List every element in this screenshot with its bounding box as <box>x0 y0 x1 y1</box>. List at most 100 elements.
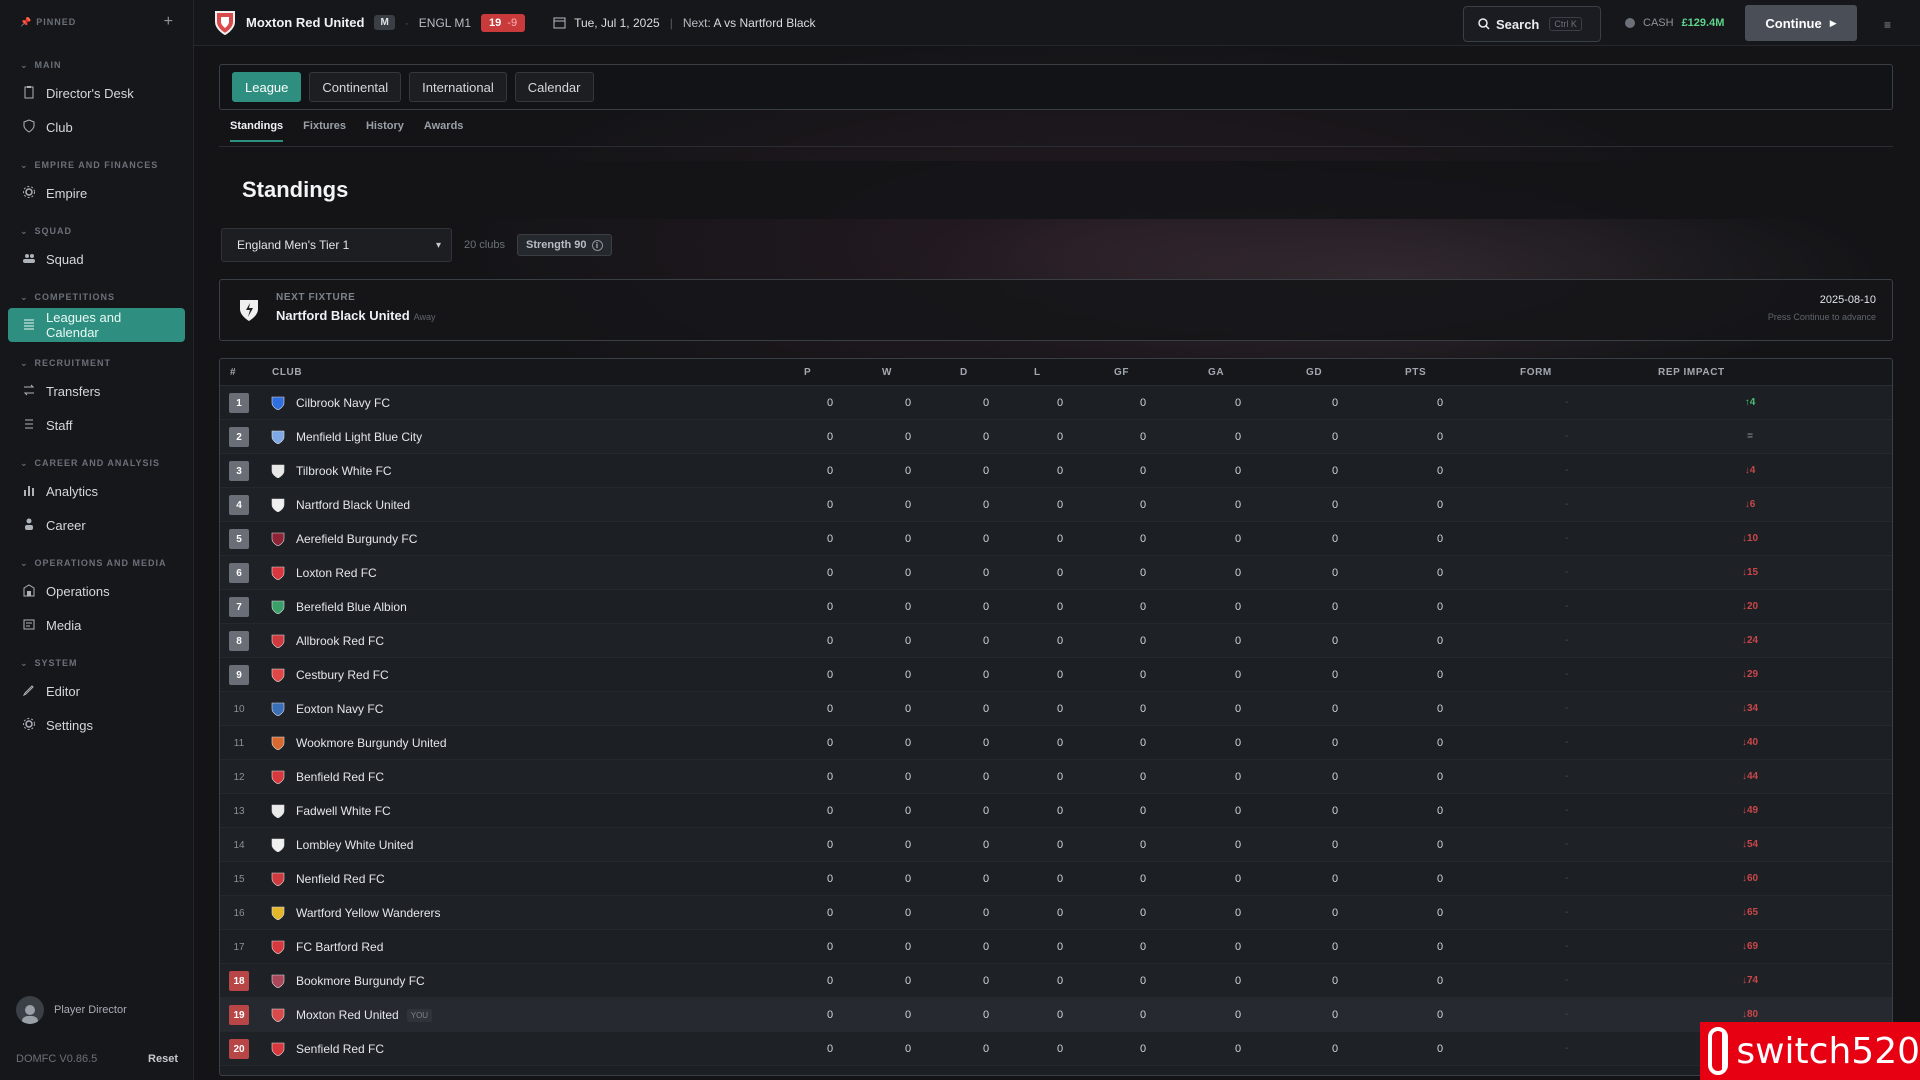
club-name[interactable]: Aerefield Burgundy FC <box>296 532 417 546</box>
media-icon <box>22 617 36 634</box>
table-row[interactable]: 19 Moxton Red United YOU 0 0 0 0 0 0 0 0 - ↓80 <box>220 998 1892 1032</box>
sidebar-section-header[interactable]: ⌄ EMPIRE AND FINANCES <box>0 154 193 176</box>
table-row[interactable]: 14 Lombley White United 0 0 0 0 0 0 0 0 - ↓54 <box>220 828 1892 862</box>
club-name[interactable]: Allbrook Red FC <box>296 634 384 648</box>
club-crest-icon[interactable] <box>214 10 236 36</box>
menu-icon[interactable]: ≡ <box>1884 18 1891 32</box>
subtab-standings[interactable]: Standings <box>230 120 284 142</box>
column-header-pts[interactable]: PTS <box>1405 367 1426 378</box>
club-name[interactable]: Menfield Light Blue City <box>296 430 422 444</box>
club-name[interactable]: Benfield Red FC <box>296 770 384 784</box>
club-name[interactable]: Senfield Red FC <box>296 1042 384 1056</box>
tab-continental[interactable]: Continental <box>309 72 402 102</box>
table-row[interactable]: 15 Nenfield Red FC 0 0 0 0 0 0 0 0 - ↓60 <box>220 862 1892 896</box>
club-name[interactable]: Moxton Red United YOU <box>296 1008 433 1022</box>
sidebar-item-transfers[interactable]: Transfers <box>8 374 185 408</box>
table-row[interactable]: 1 Cilbrook Navy FC 0 0 0 0 0 0 0 0 - ↑4 <box>220 386 1892 420</box>
sidebar-item-editor[interactable]: Editor <box>8 674 185 708</box>
table-row[interactable]: 5 Aerefield Burgundy FC 0 0 0 0 0 0 0 0 - ↓10 <box>220 522 1892 556</box>
gear-icon <box>22 185 36 202</box>
sidebar-item-staff[interactable]: Staff <box>8 408 185 442</box>
sidebar-section-header[interactable]: ⌄ SYSTEM <box>0 652 193 674</box>
club-name[interactable]: Cilbrook Navy FC <box>296 396 390 410</box>
club-name[interactable]: Eoxton Navy FC <box>296 702 383 716</box>
sidebar-item-squad[interactable]: Squad <box>8 242 185 276</box>
table-row[interactable]: 20Senfield Red FC00000000-↓85 <box>220 1032 1892 1066</box>
next-fixture-card[interactable]: NEXT FIXTURE Nartford Black United Away 2… <box>219 279 1893 341</box>
club-name[interactable]: Berefield Blue Albion <box>296 600 407 614</box>
club-name[interactable]: Wookmore Burgundy United <box>296 736 447 750</box>
reset-button[interactable]: Reset <box>148 1053 178 1065</box>
user-profile[interactable]: Player Director <box>16 990 178 1030</box>
table-row[interactable]: 10 Eoxton Navy FC 0 0 0 0 0 0 0 0 - ↓34 <box>220 692 1892 726</box>
club-name[interactable]: Wartford Yellow Wanderers <box>296 906 441 920</box>
sidebar-item-director-s-desk[interactable]: Director's Desk <box>8 76 185 110</box>
sidebar-item-media[interactable]: Media <box>8 608 185 642</box>
table-row[interactable]: 12 Benfield Red FC 0 0 0 0 0 0 0 0 - ↓44 <box>220 760 1892 794</box>
sidebar-section-header[interactable]: ⌄ CAREER AND ANALYSIS <box>0 452 193 474</box>
club-name[interactable]: Loxton Red FC <box>296 566 377 580</box>
sidebar-pinned-header: 📌 PINNED + <box>0 0 193 44</box>
club-name[interactable]: Cestbury Red FC <box>296 668 389 682</box>
table-row[interactable]: 8 Allbrook Red FC 0 0 0 0 0 0 0 0 - ↓24 <box>220 624 1892 658</box>
sidebar-item-analytics[interactable]: Analytics <box>8 474 185 508</box>
sidebar-section-header[interactable]: ⌄ RECRUITMENT <box>0 352 193 374</box>
strength-badge[interactable]: Strength 90 i <box>516 234 612 256</box>
chevron-down-icon: ⌄ <box>20 159 29 170</box>
club-name[interactable]: FC Bartford Red <box>296 940 383 954</box>
table-row[interactable]: 2 Menfield Light Blue City 0 0 0 0 0 0 0 0 - = <box>220 420 1892 454</box>
club-name[interactable]: Tilbrook White FC <box>296 464 392 478</box>
table-row[interactable]: 17 FC Bartford Red 0 0 0 0 0 0 0 0 - ↓69 <box>220 930 1892 964</box>
column-header-ga[interactable]: GA <box>1208 367 1224 378</box>
stat-goals-against: 0 <box>1234 635 1242 647</box>
tab-league[interactable]: League <box>232 72 302 102</box>
club-tag: M <box>374 15 395 30</box>
table-row[interactable]: 7 Berefield Blue Albion 0 0 0 0 0 0 0 0 - ↓20 <box>220 590 1892 624</box>
column-header-form[interactable]: FORM <box>1520 367 1552 378</box>
table-row[interactable]: 9 Cestbury Red FC 0 0 0 0 0 0 0 0 - ↓29 <box>220 658 1892 692</box>
sidebar-section-header[interactable]: ⌄ SQUAD <box>0 220 193 242</box>
club-name[interactable]: Nartford Black United <box>296 498 410 512</box>
table-row[interactable]: 4 Nartford Black United 0 0 0 0 0 0 0 0 - ↓6 <box>220 488 1892 522</box>
club-name[interactable]: Nenfield Red FC <box>296 872 385 886</box>
table-row[interactable]: 16 Wartford Yellow Wanderers 0 0 0 0 0 0 0 0 - ↓65 <box>220 896 1892 930</box>
table-row[interactable]: 13 Fadwell White FC 0 0 0 0 0 0 0 0 - ↓49 <box>220 794 1892 828</box>
table-row[interactable]: 6 Loxton Red FC 0 0 0 0 0 0 0 0 - ↓15 <box>220 556 1892 590</box>
league-select[interactable]: England Men's Tier 1 ▾ <box>221 228 452 262</box>
sidebar-section-header[interactable]: ⌄ OPERATIONS AND MEDIA <box>0 552 193 574</box>
column-header-gf[interactable]: GF <box>1114 367 1129 378</box>
club-name[interactable]: Bookmore Burgundy FC <box>296 974 425 988</box>
continue-button[interactable]: Continue ▶ <box>1745 5 1857 41</box>
sidebar-section-header[interactable]: ⌄ MAIN <box>0 54 193 76</box>
column-header-l[interactable]: L <box>1034 367 1041 378</box>
search-button[interactable]: Search Ctrl K <box>1463 6 1601 42</box>
column-header-p[interactable]: P <box>804 367 811 378</box>
tab-international[interactable]: International <box>409 72 507 102</box>
sidebar-item-settings[interactable]: Settings <box>8 708 185 742</box>
sidebar-section-title: EMPIRE AND FINANCES <box>34 160 159 170</box>
column-header-club[interactable]: CLUB <box>272 367 302 378</box>
sidebar-section-header[interactable]: ⌄ COMPETITIONS <box>0 286 193 308</box>
table-row[interactable]: 3 Tilbrook White FC 0 0 0 0 0 0 0 0 - ↓4 <box>220 454 1892 488</box>
club-name[interactable]: Moxton Red United <box>246 15 364 30</box>
column-header-#[interactable]: # <box>230 367 236 378</box>
column-header-rep-impact[interactable]: REP IMPACT <box>1658 367 1725 378</box>
table-row[interactable]: 11 Wookmore Burgundy United 0 0 0 0 0 0 0 0 - ↓40 <box>220 726 1892 760</box>
sidebar-item-career[interactable]: Career <box>8 508 185 542</box>
stat-lost: 0 <box>1056 1043 1064 1055</box>
tab-calendar[interactable]: Calendar <box>514 72 594 102</box>
sidebar-item-operations[interactable]: Operations <box>8 574 185 608</box>
sidebar-item-empire[interactable]: Empire <box>8 176 185 210</box>
table-row[interactable]: 18 Bookmore Burgundy FC 0 0 0 0 0 0 0 0 - ↓74 <box>220 964 1892 998</box>
add-pin-icon[interactable]: + <box>164 13 173 31</box>
sidebar-item-club[interactable]: Club <box>8 110 185 144</box>
subtab-awards[interactable]: Awards <box>424 120 464 142</box>
club-name[interactable]: Fadwell White FC <box>296 804 391 818</box>
subtab-fixtures[interactable]: Fixtures <box>303 120 346 142</box>
column-header-d[interactable]: D <box>960 367 968 378</box>
column-header-gd[interactable]: GD <box>1306 367 1322 378</box>
subtab-history[interactable]: History <box>366 120 404 142</box>
column-header-w[interactable]: W <box>882 367 892 378</box>
sidebar-item-leagues-and-calendar[interactable]: Leagues and Calendar <box>8 308 185 342</box>
club-name[interactable]: Lombley White United <box>296 838 413 852</box>
